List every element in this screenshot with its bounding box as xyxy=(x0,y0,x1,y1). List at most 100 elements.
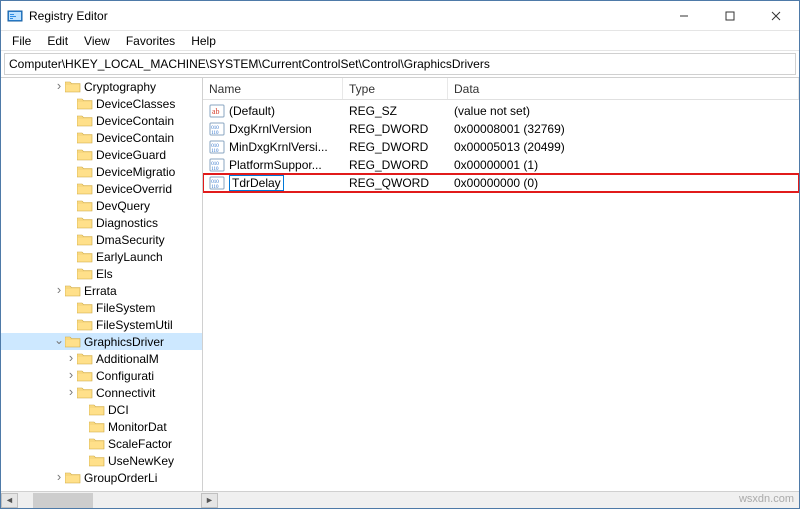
watermark: wsxdn.com xyxy=(739,493,794,505)
value-data: (value not set) xyxy=(450,104,797,118)
tree-item[interactable]: ScaleFactor xyxy=(1,435,203,452)
value-data: 0x00000000 (0) xyxy=(450,176,797,190)
tree-item[interactable]: Configurati xyxy=(1,367,203,384)
column-header-data[interactable]: Data xyxy=(448,78,799,99)
folder-icon xyxy=(77,182,93,196)
list-row[interactable]: TdrDelayREG_QWORD0x00000000 (0) xyxy=(203,174,799,192)
folder-icon xyxy=(77,352,93,366)
tree-item[interactable]: DeviceContain xyxy=(1,112,203,129)
folder-icon xyxy=(77,97,93,111)
folder-icon xyxy=(77,250,93,264)
tree-item-label: DmaSecurity xyxy=(96,233,165,247)
tree-item[interactable]: Diagnostics xyxy=(1,214,203,231)
menu-help[interactable]: Help xyxy=(184,32,223,50)
chevron-right-icon[interactable] xyxy=(53,472,65,484)
column-header-name[interactable]: Name xyxy=(203,78,343,99)
tree-item[interactable]: Errata xyxy=(1,282,203,299)
list-row[interactable]: PlatformSuppor...REG_DWORD0x00000001 (1) xyxy=(203,156,799,174)
tree-item[interactable]: GraphicsDriver xyxy=(1,333,203,350)
folder-icon xyxy=(89,420,105,434)
tree-item-label: Cryptography xyxy=(84,80,156,94)
menu-file[interactable]: File xyxy=(5,32,38,50)
tree-item[interactable]: Connectivit xyxy=(1,384,203,401)
tree-item[interactable]: DevQuery xyxy=(1,197,203,214)
minimize-button[interactable] xyxy=(661,1,707,31)
tree-item[interactable]: Cryptography xyxy=(1,78,203,95)
tree-item[interactable]: DmaSecurity xyxy=(1,231,203,248)
tree-item[interactable]: Els xyxy=(1,265,203,282)
tree-item-label: DeviceOverrid xyxy=(96,182,172,196)
tree-item-label: ScaleFactor xyxy=(108,437,172,451)
tree-item-label: FileSystem xyxy=(96,301,155,315)
list-row[interactable]: MinDxgKrnlVersi...REG_DWORD0x00005013 (2… xyxy=(203,138,799,156)
tree-item-label: Diagnostics xyxy=(96,216,158,230)
value-name[interactable]: TdrDelay xyxy=(229,175,284,191)
tree-item-label: GraphicsDriver xyxy=(84,335,164,349)
scroll-left-button[interactable]: ◄ xyxy=(1,493,18,508)
value-type: REG_DWORD xyxy=(345,122,450,136)
folder-icon xyxy=(65,80,81,94)
folder-icon xyxy=(77,386,93,400)
value-name: MinDxgKrnlVersi... xyxy=(229,140,328,154)
tree-item-label: EarlyLaunch xyxy=(96,250,163,264)
chevron-right-icon[interactable] xyxy=(65,370,77,382)
tree-item[interactable]: DeviceMigratio xyxy=(1,163,203,180)
tree-item[interactable]: FileSystemUtil xyxy=(1,316,203,333)
column-header-type[interactable]: Type xyxy=(343,78,448,99)
list-body: (Default)REG_SZ(value not set)DxgKrnlVer… xyxy=(203,100,799,192)
folder-icon xyxy=(89,454,105,468)
chevron-down-icon[interactable] xyxy=(53,336,65,348)
reg-binary-icon xyxy=(209,157,225,173)
value-type: REG_DWORD xyxy=(345,140,450,154)
tree-item[interactable]: GroupOrderLi xyxy=(1,469,203,486)
tree-item-label: DeviceGuard xyxy=(96,148,166,162)
titlebar: Registry Editor xyxy=(1,1,799,31)
value-name: PlatformSuppor... xyxy=(229,158,322,172)
list-row[interactable]: DxgKrnlVersionREG_DWORD0x00008001 (32769… xyxy=(203,120,799,138)
chevron-right-icon[interactable] xyxy=(53,81,65,93)
tree-item-label: GroupOrderLi xyxy=(84,471,157,485)
tree-item[interactable]: AdditionalM xyxy=(1,350,203,367)
folder-icon xyxy=(77,199,93,213)
close-button[interactable] xyxy=(753,1,799,31)
tree-item[interactable]: DeviceGuard xyxy=(1,146,203,163)
folder-icon xyxy=(65,471,81,485)
folder-icon xyxy=(77,267,93,281)
tree-item-label: DeviceMigratio xyxy=(96,165,175,179)
value-name: (Default) xyxy=(229,104,275,118)
menu-view[interactable]: View xyxy=(77,32,117,50)
tree-item-label: UseNewKey xyxy=(108,454,174,468)
folder-icon xyxy=(77,216,93,230)
value-type: REG_DWORD xyxy=(345,158,450,172)
scroll-track[interactable] xyxy=(18,493,201,508)
chevron-right-icon[interactable] xyxy=(65,387,77,399)
tree-item[interactable]: DeviceOverrid xyxy=(1,180,203,197)
folder-icon xyxy=(77,114,93,128)
maximize-button[interactable] xyxy=(707,1,753,31)
tree-horizontal-scrollbar[interactable]: ◄ ► xyxy=(1,491,799,508)
tree-item[interactable]: DeviceClasses xyxy=(1,95,203,112)
menu-edit[interactable]: Edit xyxy=(40,32,75,50)
reg-binary-icon xyxy=(209,121,225,137)
main-area: CryptographyDeviceClassesDeviceContainDe… xyxy=(1,77,799,491)
tree-item[interactable]: DCI xyxy=(1,401,203,418)
chevron-right-icon[interactable] xyxy=(65,353,77,365)
tree-item-label: Errata xyxy=(84,284,117,298)
tree-item[interactable]: UseNewKey xyxy=(1,452,203,469)
chevron-right-icon[interactable] xyxy=(53,285,65,297)
menu-favorites[interactable]: Favorites xyxy=(119,32,182,50)
tree-item[interactable]: MonitorDat xyxy=(1,418,203,435)
tree-item-label: Connectivit xyxy=(96,386,155,400)
tree-item-label: Els xyxy=(96,267,113,281)
tree-item[interactable]: EarlyLaunch xyxy=(1,248,203,265)
scroll-thumb[interactable] xyxy=(33,493,93,508)
tree-item-label: AdditionalM xyxy=(96,352,159,366)
scroll-right-button[interactable]: ► xyxy=(201,493,218,508)
tree-item[interactable]: FileSystem xyxy=(1,299,203,316)
tree-item-label: DeviceClasses xyxy=(96,97,175,111)
tree-item-label: DevQuery xyxy=(96,199,150,213)
address-bar[interactable]: Computer\HKEY_LOCAL_MACHINE\SYSTEM\Curre… xyxy=(4,53,796,75)
tree-pane[interactable]: CryptographyDeviceClassesDeviceContainDe… xyxy=(1,78,203,491)
list-row[interactable]: (Default)REG_SZ(value not set) xyxy=(203,102,799,120)
tree-item[interactable]: DeviceContain xyxy=(1,129,203,146)
